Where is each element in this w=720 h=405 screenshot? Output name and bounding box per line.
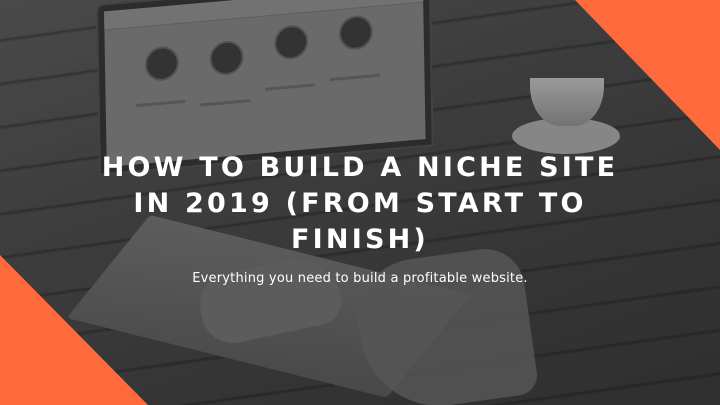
page-title: HOW TO BUILD A NICHE SITE IN 2019 (FROM … bbox=[101, 152, 619, 255]
title-block: HOW TO BUILD A NICHE SITE IN 2019 (FROM … bbox=[0, 150, 720, 286]
page-subtitle: Everything you need to build a profitabl… bbox=[192, 271, 528, 286]
blog-banner: HOW TO BUILD A NICHE SITE IN 2019 (FROM … bbox=[0, 0, 720, 405]
